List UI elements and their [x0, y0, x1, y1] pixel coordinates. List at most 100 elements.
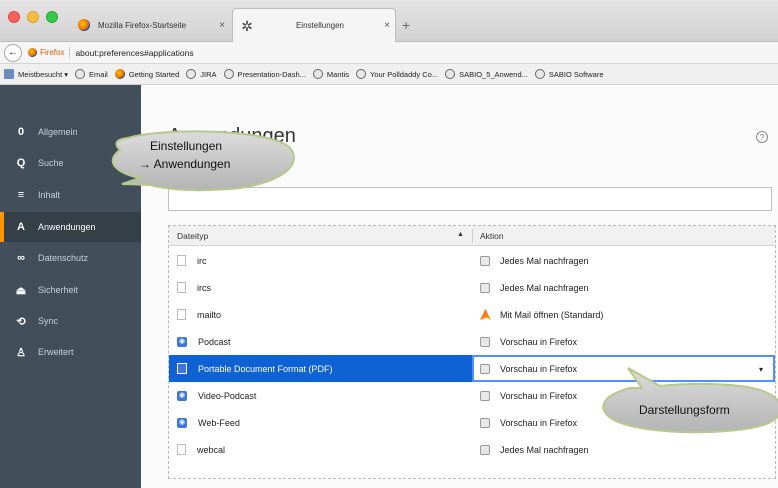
mail-app-icon — [480, 309, 491, 320]
sidebar-item-inhalt[interactable]: ≡ Inhalt — [0, 180, 141, 210]
bookmark-getting-started[interactable]: Getting Started — [114, 69, 180, 79]
callout-settings-line1: Einstellungen — [150, 139, 223, 153]
action-label: Jedes Mal nachfragen — [500, 255, 589, 266]
bookmark-label: SABIO_5_Anwend... — [459, 69, 528, 79]
bookmark-label: Mantis — [326, 69, 349, 79]
navigation-bar: ← Firefox about:preferences#applications — [0, 42, 778, 64]
bookmark-label: Getting Started — [128, 69, 180, 79]
table-row[interactable]: ◉ Podcast Vorschau in Firefox — [169, 328, 775, 355]
callout-settings-line2: → Anwendungen — [139, 157, 231, 171]
sidebar-item-suche[interactable]: Q Suche — [0, 148, 141, 178]
sync-icon: ⟲ — [16, 315, 26, 328]
ask-icon — [480, 390, 490, 401]
globe-icon — [75, 69, 86, 79]
bookmark-label: Email — [89, 69, 108, 79]
action-label: Vorschau in Firefox — [500, 417, 578, 428]
firefox-icon — [28, 48, 37, 57]
globe-icon — [186, 69, 197, 79]
content-icon: ≡ — [17, 189, 25, 201]
type-label: mailto — [197, 309, 222, 320]
ask-icon — [480, 363, 490, 374]
sidebar-item-label: Inhalt — [38, 190, 61, 200]
preferences-sidebar: 0 Allgemein Q Suche ≡ Inhalt A Anwendung… — [0, 85, 141, 488]
bookmark-label: Meistbesucht ▾ — [18, 69, 69, 79]
sidebar-item-anwendungen[interactable]: A Anwendungen — [0, 212, 141, 242]
zoom-window-button[interactable] — [46, 11, 58, 23]
column-divider[interactable] — [472, 229, 473, 243]
bookmark-polldaddy[interactable]: Your Polldaddy Co... — [356, 69, 438, 79]
url-field[interactable]: about:preferences#applications — [75, 48, 193, 58]
sidebar-item-label: Datenschutz — [38, 253, 89, 263]
tab-label: Einstellungen — [295, 21, 345, 30]
bookmark-sabio-software[interactable]: SABIO Software — [534, 69, 604, 79]
table-row-selected[interactable]: Portable Document Format (PDF) ▾ Vorscha… — [169, 355, 775, 382]
sidebar-item-datenschutz[interactable]: ∞ Datenschutz — [0, 243, 141, 273]
bookmark-mantis[interactable]: Mantis — [312, 69, 349, 79]
table-row[interactable]: ircs Jedes Mal nachfragen — [169, 274, 775, 301]
sidebar-item-allgemein[interactable]: 0 Allgemein — [0, 117, 141, 147]
action-label: Jedes Mal nachfragen — [500, 282, 589, 293]
firefox-icon — [78, 19, 90, 31]
sidebar-item-erweitert[interactable]: ♙ Erweitert — [0, 337, 141, 367]
privacy-mask-icon: ∞ — [17, 252, 25, 264]
url-separator — [69, 46, 71, 59]
help-icon[interactable]: ? — [756, 131, 768, 143]
table-header: Dateityp ▲ Aktion — [169, 226, 775, 246]
firefox-icon — [114, 69, 125, 79]
tab-close-button[interactable]: × — [379, 20, 395, 31]
file-icon — [177, 255, 186, 266]
sidebar-item-sicherheit[interactable]: ⏏ Sicherheit — [0, 275, 141, 305]
back-button[interactable]: ← — [4, 43, 22, 62]
bookmark-jira[interactable]: JIRA — [186, 69, 217, 79]
file-icon — [177, 444, 186, 455]
globe-icon — [356, 69, 366, 79]
column-header-dateityp[interactable]: Dateityp — [177, 231, 208, 241]
rss-icon: ◉ — [177, 336, 187, 347]
bookmark-label: JIRA — [200, 69, 217, 79]
table-row[interactable]: irc Jedes Mal nachfragen — [169, 247, 775, 274]
column-header-aktion[interactable]: Aktion — [480, 231, 504, 241]
action-label: Vorschau in Firefox — [500, 336, 578, 347]
sidebar-item-label: Erweitert — [38, 347, 74, 357]
rss-icon: ◉ — [177, 417, 187, 428]
bookmarks-toolbar: Meistbesucht ▾ Email Getting Started JIR… — [0, 64, 778, 85]
globe-icon — [312, 69, 323, 79]
tab-settings[interactable]: ✲ Einstellungen × — [232, 8, 396, 42]
action-cell: Vorschau in Firefox — [480, 409, 577, 436]
action-label: Jedes Mal nachfragen — [500, 444, 589, 455]
bookmark-email[interactable]: Email — [75, 69, 108, 79]
bookmark-sabio-anwend[interactable]: SABIO_5_Anwend... — [445, 69, 528, 79]
type-label: Web-Feed — [198, 417, 240, 428]
ask-icon — [480, 417, 490, 428]
sidebar-item-sync[interactable]: ⟲ Sync — [0, 306, 141, 336]
tab-firefox-start[interactable]: Mozilla Firefox-Startseite × — [70, 8, 230, 42]
new-tab-button[interactable]: + — [402, 17, 410, 33]
chevron-down-icon[interactable]: ▾ — [759, 365, 763, 374]
rss-icon: ◉ — [177, 390, 187, 401]
preferences-main: Anwendungen ? Dateityp ▲ Aktion irc Jede… — [141, 85, 778, 488]
bookmark-presentation-dash[interactable]: Presentation-Dash... — [223, 69, 306, 79]
table-row[interactable]: mailto Mit Mail öffnen (Standard) — [169, 301, 775, 328]
action-cell: Jedes Mal nachfragen — [480, 247, 589, 274]
type-cell: irc — [177, 247, 207, 274]
sidebar-item-label: Anwendungen — [38, 222, 96, 232]
site-identity[interactable]: Firefox — [28, 48, 64, 57]
folder-icon — [4, 69, 14, 79]
action-cell: Vorschau in Firefox — [480, 355, 577, 382]
type-label: irc — [197, 255, 207, 266]
close-window-button[interactable] — [8, 11, 20, 23]
callout-display-form: Darstellungsform — [639, 403, 730, 417]
bookmark-label: SABIO Software — [548, 69, 604, 79]
ask-icon — [480, 255, 490, 266]
minimize-window-button[interactable] — [27, 11, 39, 23]
tab-close-button[interactable]: × — [214, 20, 230, 31]
action-cell: Mit Mail öffnen (Standard) — [480, 301, 603, 328]
bookmark-meistbesucht[interactable]: Meistbesucht ▾ — [4, 69, 68, 79]
bookmark-label: Presentation-Dash... — [237, 69, 306, 79]
type-label: ircs — [197, 282, 211, 293]
search-input[interactable] — [168, 187, 772, 211]
table-row[interactable]: webcal Jedes Mal nachfragen — [169, 436, 775, 463]
sort-ascending-icon: ▲ — [457, 231, 464, 238]
file-icon — [177, 309, 186, 320]
tab-bar: Mozilla Firefox-Startseite × ✲ Einstellu… — [0, 0, 778, 42]
